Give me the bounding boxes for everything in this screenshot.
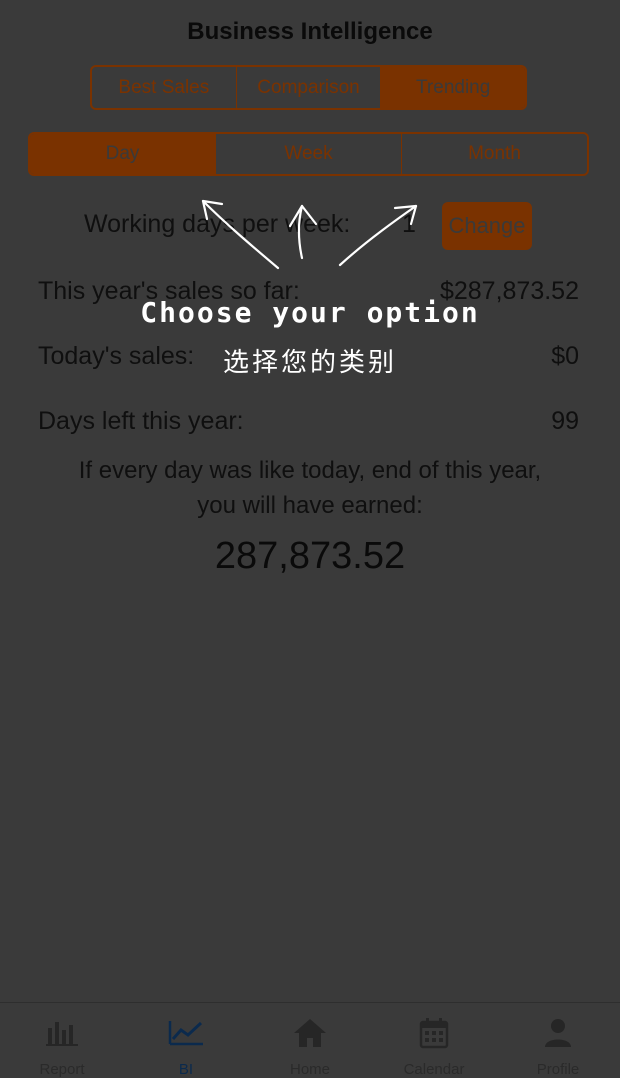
tab-trending[interactable]: Trending (381, 67, 525, 108)
projected-earnings: 287,873.52 (214, 535, 406, 577)
tabbar-item-bi[interactable]: BI (124, 1003, 248, 1078)
tab-month[interactable]: Month (402, 134, 587, 174)
tab-best-sales[interactable]: Best Sales (92, 67, 237, 108)
calendar-icon (414, 1017, 454, 1049)
working-days-label: Working days per week: (84, 210, 351, 238)
home-icon (290, 1017, 330, 1049)
line-chart-icon (166, 1017, 206, 1049)
tabbar-label: Home (289, 1061, 330, 1078)
bottom-tab-bar: Report BI Home Calendar Profile (0, 1002, 620, 1078)
stat-row-days-left: Days left this year: 99 (38, 407, 579, 436)
report-type-segmented-control: Best Sales Comparison Trending (90, 65, 527, 110)
tab-comparison[interactable]: Comparison (237, 67, 382, 108)
tabbar-item-calendar[interactable]: Calendar (372, 1003, 496, 1078)
tabbar-item-profile[interactable]: Profile (496, 1003, 620, 1078)
working-days-value: 1 (402, 210, 416, 238)
stat-value: 99 (551, 407, 579, 435)
projection-line-2: you will have earned: (197, 492, 423, 519)
tabbar-label: Report (39, 1061, 85, 1078)
change-button[interactable]: Change (442, 202, 532, 250)
bar-chart-icon (42, 1017, 82, 1049)
coach-mark-subtitle: 选择您的类别 (222, 348, 397, 378)
app-screen: Business Intelligence Best Sales Compari… (0, 0, 620, 1078)
tabbar-item-home[interactable]: Home (248, 1003, 372, 1078)
person-icon (538, 1017, 578, 1049)
tabbar-item-report[interactable]: Report (0, 1003, 124, 1078)
projection-text: If every day was like today, end of this… (0, 453, 620, 523)
projection-line-1: If every day was like today, end of this… (78, 457, 542, 484)
tab-day[interactable]: Day (30, 134, 216, 174)
tabbar-label: BI (178, 1061, 194, 1078)
tabbar-label: Calendar (403, 1061, 465, 1078)
stat-label: Days left this year: (38, 407, 244, 435)
tabbar-label: Profile (536, 1061, 580, 1078)
period-segmented-control: Day Week Month (28, 132, 589, 176)
tab-week[interactable]: Week (216, 134, 402, 174)
page-title: Business Intelligence (187, 18, 433, 45)
coach-mark-title: Choose your option (140, 296, 480, 329)
